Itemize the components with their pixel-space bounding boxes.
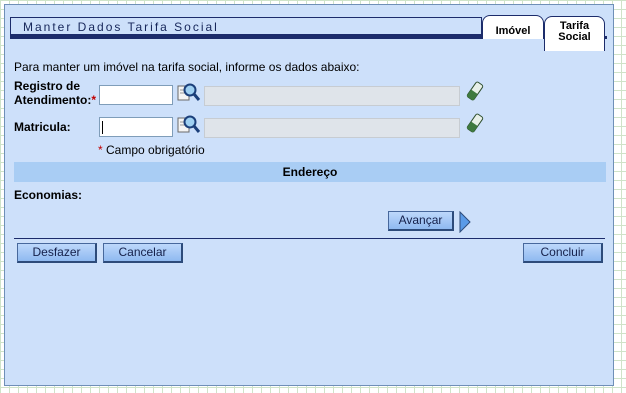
- matricula-description-field: [204, 118, 460, 138]
- section-header-endereco: Endereço: [14, 162, 606, 182]
- required-field-note: * Campo obrigatório: [98, 143, 205, 157]
- tab-tarifa-label-2: Social: [558, 31, 591, 43]
- registro-atendimento-input[interactable]: [99, 85, 173, 105]
- required-mark: *: [91, 93, 96, 107]
- matricula-input[interactable]: [99, 117, 173, 137]
- instructions-text: Para manter um imóvel na tarifa social, …: [14, 60, 360, 74]
- cancelar-button[interactable]: Cancelar: [103, 243, 183, 263]
- registro-label: Registro de Atendimento:*: [14, 79, 96, 107]
- search-icon[interactable]: [177, 82, 201, 107]
- avancar-button[interactable]: Avançar: [388, 211, 454, 231]
- search-icon[interactable]: [177, 114, 201, 139]
- registro-description-field: [204, 86, 460, 106]
- tab-imovel[interactable]: Imóvel: [482, 15, 544, 39]
- tab-tarifa-social[interactable]: Tarifa Social: [544, 16, 605, 51]
- registro-label-line2: Atendimento:: [14, 93, 92, 107]
- tab-imovel-label: Imóvel: [495, 25, 531, 37]
- economias-label: Economias:: [14, 188, 83, 202]
- button-separator: [14, 238, 605, 239]
- eraser-icon[interactable]: [466, 113, 484, 136]
- text-cursor: [102, 121, 103, 134]
- concluir-button[interactable]: Concluir: [523, 243, 603, 263]
- matricula-label: Matricula:: [14, 120, 71, 134]
- page-title: Manter Dados Tarifa Social: [23, 20, 219, 34]
- required-mark: *: [98, 143, 103, 157]
- page-title-bar: Manter Dados Tarifa Social: [10, 17, 482, 37]
- registro-label-line1: Registro de: [14, 79, 81, 93]
- desfazer-button[interactable]: Desfazer: [17, 243, 97, 263]
- eraser-icon[interactable]: [466, 81, 484, 104]
- required-note-text: * Campo obrigatório: [98, 143, 205, 157]
- next-arrow-icon[interactable]: [458, 210, 472, 236]
